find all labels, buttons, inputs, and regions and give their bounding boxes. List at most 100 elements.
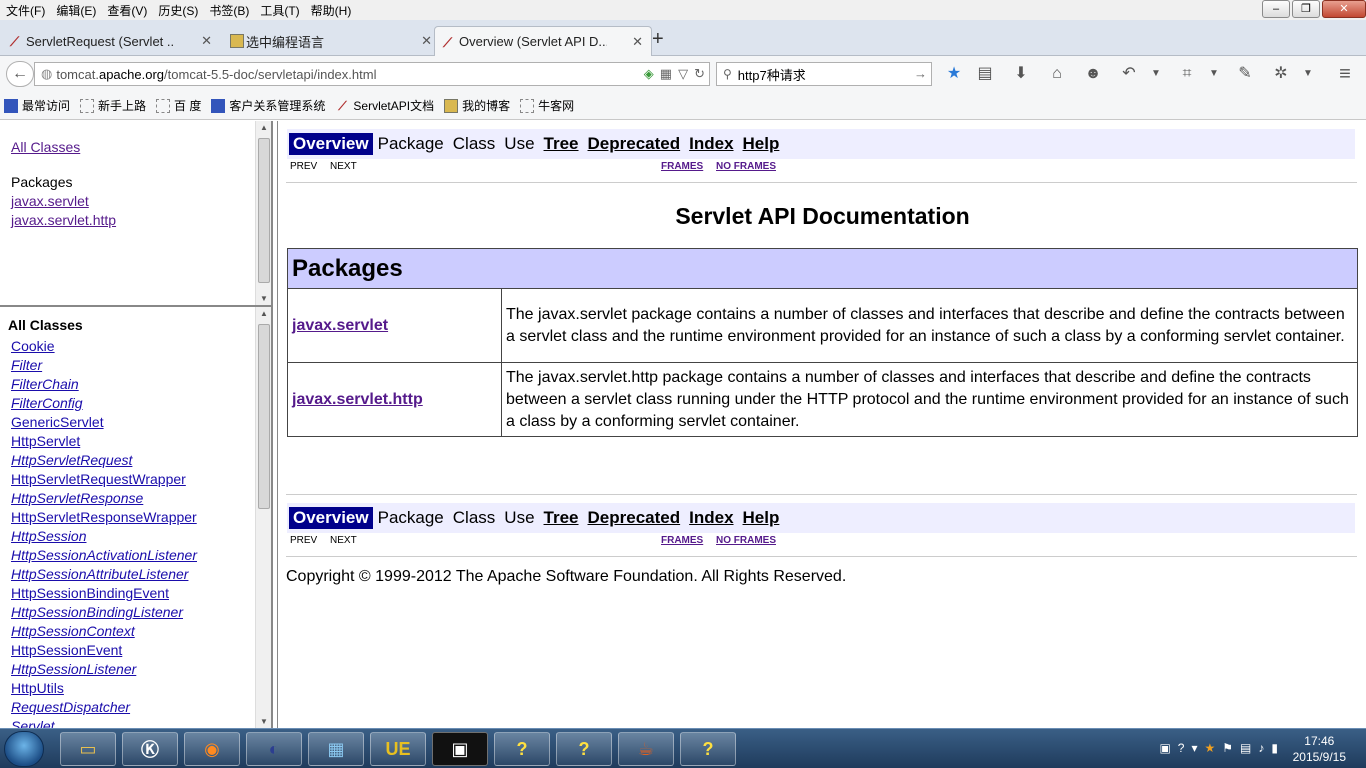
bookmark-item[interactable]: 新手上路 <box>80 97 146 114</box>
nav-tree[interactable]: Tree <box>540 507 583 529</box>
class-link[interactable]: HttpServlet <box>11 433 80 449</box>
undo-icon[interactable]: ↶ <box>1118 65 1140 83</box>
speech-bubble-icon[interactable]: ✎ <box>1234 65 1256 83</box>
classes-scrollbar[interactable]: ▲ ▼ <box>255 307 271 728</box>
class-link[interactable]: HttpSessionBindingEvent <box>11 585 169 601</box>
volume-icon[interactable]: ♪ <box>1258 741 1264 755</box>
nav-index[interactable]: Index <box>685 133 737 155</box>
tab-programming-language[interactable]: 选中编程语言 ✕ <box>222 26 440 56</box>
class-link[interactable]: RequestDispatcher <box>11 699 130 715</box>
menu-help[interactable]: 帮助(H) <box>307 2 356 19</box>
frames-link[interactable]: FRAMES <box>661 161 703 172</box>
list-item[interactable]: HttpServletRequestWrapper <box>11 470 197 489</box>
command-prompt-icon[interactable]: ▣ <box>432 732 488 766</box>
download-icon[interactable]: ⬇ <box>1010 65 1032 83</box>
nav-deprecated[interactable]: Deprecated <box>584 133 685 155</box>
dropdown-icon[interactable]: ▽ <box>678 66 688 82</box>
clock[interactable]: 17:46 2015/9/15 <box>1293 733 1346 765</box>
class-link[interactable]: HttpServletRequestWrapper <box>11 471 186 487</box>
list-item[interactable]: Servlet <box>11 717 197 728</box>
tab-overview[interactable]: ⟋ Overview (Servlet API D... ✕ <box>434 26 652 56</box>
new-tab-button[interactable]: + <box>652 28 664 51</box>
class-link[interactable]: GenericServlet <box>11 414 104 430</box>
network-icon[interactable]: ▣ <box>1159 741 1170 755</box>
class-link[interactable]: HttpServletRequest <box>11 452 132 468</box>
list-item[interactable]: HttpSessionAttributeListener <box>11 565 197 584</box>
class-link[interactable]: HttpSessionListener <box>11 661 136 677</box>
class-link[interactable]: HttpSessionBindingListener <box>11 604 183 620</box>
chat-icon[interactable]: ☻ <box>1082 65 1104 83</box>
list-item[interactable]: HttpServletResponse <box>11 489 197 508</box>
no-frames-link[interactable]: NO FRAMES <box>716 161 776 172</box>
list-item[interactable]: RequestDispatcher <box>11 698 197 717</box>
menu-bookmarks[interactable]: 书签(B) <box>205 2 253 19</box>
bookmark-item[interactable]: 我的博客 <box>444 97 510 114</box>
package-link[interactable]: javax.servlet.http <box>292 391 423 408</box>
class-link[interactable]: Cookie <box>11 338 55 354</box>
packages-scrollbar[interactable]: ▲ ▼ <box>255 121 271 305</box>
class-link[interactable]: HttpSessionEvent <box>11 642 122 658</box>
class-link[interactable]: FilterChain <box>11 376 79 392</box>
list-item[interactable]: HttpServletResponseWrapper <box>11 508 197 527</box>
list-item[interactable]: FilterConfig <box>11 394 197 413</box>
package-link-javax-servlet[interactable]: javax.servlet <box>11 193 89 209</box>
class-link[interactable]: HttpUtils <box>11 680 64 696</box>
class-link[interactable]: HttpSessionContext <box>11 623 135 639</box>
search-input[interactable]: http7种请求 <box>738 65 806 84</box>
list-item[interactable]: HttpSessionListener <box>11 660 197 679</box>
package-link[interactable]: javax.servlet <box>292 317 388 334</box>
reading-list-icon[interactable]: ▤ <box>974 65 996 83</box>
bookmark-item[interactable]: 百 度 <box>156 97 201 114</box>
bookmark-item[interactable]: 最常访问 <box>4 97 70 114</box>
frame-divider-vertical[interactable] <box>272 121 278 728</box>
reload-icon[interactable]: ↻ <box>694 66 705 82</box>
java-icon[interactable]: ☕ <box>618 732 674 766</box>
extension-dropdown-icon[interactable]: ▼ <box>1297 65 1319 83</box>
menu-history[interactable]: 历史(S) <box>154 2 202 19</box>
class-link[interactable]: HttpSessionAttributeListener <box>11 566 188 582</box>
help-file-icon[interactable]: ? <box>556 732 612 766</box>
menu-edit[interactable]: 编辑(E) <box>52 2 100 19</box>
nav-index[interactable]: Index <box>685 507 737 529</box>
scroll-up-icon[interactable]: ▲ <box>256 309 271 318</box>
home-icon[interactable]: ⌂ <box>1046 65 1068 83</box>
class-link[interactable]: FilterConfig <box>11 395 83 411</box>
all-classes-link[interactable]: All Classes <box>11 139 80 155</box>
class-link[interactable]: Servlet <box>11 718 55 728</box>
nav-help[interactable]: Help <box>739 507 784 529</box>
eclipse-icon[interactable]: ◐ <box>246 732 302 766</box>
list-item[interactable]: HttpSessionBindingEvent <box>11 584 197 603</box>
signal-icon[interactable]: ▮ <box>1271 741 1278 755</box>
undo-dropdown-icon[interactable]: ▼ <box>1145 65 1167 83</box>
crop-dropdown-icon[interactable]: ▼ <box>1203 65 1225 83</box>
shield-icon[interactable]: ◈ <box>644 66 654 82</box>
menu-tools[interactable]: 工具(T) <box>256 2 303 19</box>
back-button[interactable]: ← <box>6 61 34 87</box>
no-frames-link[interactable]: NO FRAMES <box>716 535 776 546</box>
bookmark-item[interactable]: ⟋ ServletAPI文档 <box>335 97 434 114</box>
list-item[interactable]: HttpSessionEvent <box>11 641 197 660</box>
ultraedit-icon[interactable]: UE <box>370 732 426 766</box>
close-tab-icon[interactable]: ✕ <box>632 34 643 50</box>
start-button[interactable] <box>4 731 44 767</box>
list-item[interactable]: GenericServlet <box>11 413 197 432</box>
scroll-thumb[interactable] <box>258 138 270 283</box>
class-link[interactable]: Filter <box>11 357 42 373</box>
list-item[interactable]: HttpServlet <box>11 432 197 451</box>
scroll-down-icon[interactable]: ▼ <box>256 294 272 303</box>
list-item[interactable]: Filter <box>11 356 197 375</box>
close-tab-icon[interactable]: ✕ <box>201 33 212 49</box>
scroll-up-icon[interactable]: ▲ <box>256 123 272 132</box>
chevron-down-icon[interactable]: ▾ <box>1191 741 1197 755</box>
bookmark-star-icon[interactable]: ★ <box>943 65 965 83</box>
search-go-icon[interactable]: → <box>914 66 927 81</box>
list-item[interactable]: HttpSession <box>11 527 197 546</box>
list-item[interactable]: HttpSessionBindingListener <box>11 603 197 622</box>
help-file-icon[interactable]: ? <box>494 732 550 766</box>
list-item[interactable]: HttpSessionContext <box>11 622 197 641</box>
nav-tree[interactable]: Tree <box>540 133 583 155</box>
scroll-down-icon[interactable]: ▼ <box>256 717 271 726</box>
restore-button[interactable]: ❐ <box>1292 0 1320 18</box>
list-item[interactable]: HttpServletRequest <box>11 451 197 470</box>
list-item[interactable]: FilterChain <box>11 375 197 394</box>
